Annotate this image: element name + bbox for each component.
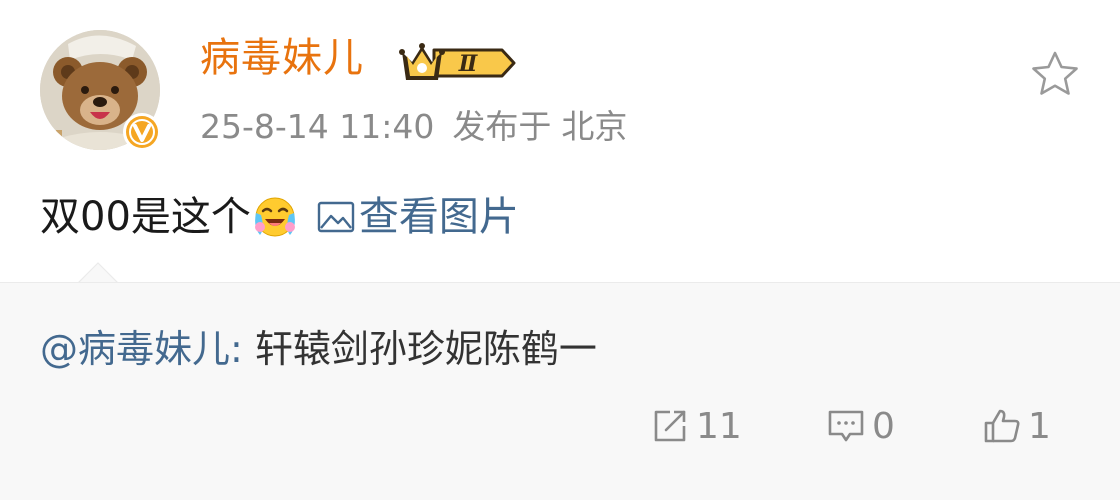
post-text: 双00是这个 [40, 194, 251, 240]
avatar[interactable] [40, 30, 161, 151]
location: 北京 [561, 107, 628, 146]
weibo-post-card: 病毒妹儿 Ⅱ 25-8-14 11:40 发布于 北京 双00是这个 查看图片 … [0, 0, 1120, 500]
mention-link[interactable]: @病毒妹儿: [40, 327, 243, 371]
picture-icon [317, 201, 355, 233]
repost-pointer [78, 262, 118, 283]
comment-icon [828, 410, 864, 442]
location-prefix: 发布于 [452, 107, 552, 146]
comment-count: 0 [872, 405, 895, 447]
view-images-label: 查看图片 [358, 194, 519, 240]
comment-button[interactable]: 0 [826, 402, 895, 450]
thumbs-up-icon [984, 409, 1020, 443]
repost-section [0, 282, 1120, 500]
vip-level-text: Ⅱ [458, 51, 479, 77]
repost-comment: @病毒妹儿: 轩辕剑孙珍妮陈鹤一 [40, 325, 597, 373]
username[interactable]: 病毒妹儿 [200, 38, 364, 78]
timestamp: 25-8-14 11:40 [200, 107, 435, 146]
like-count: 1 [1028, 405, 1051, 447]
vip-crown-badge-icon: Ⅱ [399, 43, 516, 80]
share-count: 11 [696, 405, 742, 447]
repost-comment-text: 轩辕剑孙珍妮陈鹤一 [254, 327, 597, 371]
like-button[interactable]: 1 [982, 402, 1051, 450]
view-images-link[interactable]: 查看图片 [317, 193, 519, 241]
star-outline-icon[interactable] [1030, 50, 1080, 98]
share-icon [654, 410, 686, 442]
crying-laughing-emoji-icon [254, 197, 295, 237]
post-meta: 25-8-14 11:40 发布于 北京 [200, 110, 627, 143]
post-content: 双00是这个 查看图片 [40, 193, 519, 241]
verified-icon [123, 113, 161, 151]
share-button[interactable]: 11 [650, 402, 742, 450]
